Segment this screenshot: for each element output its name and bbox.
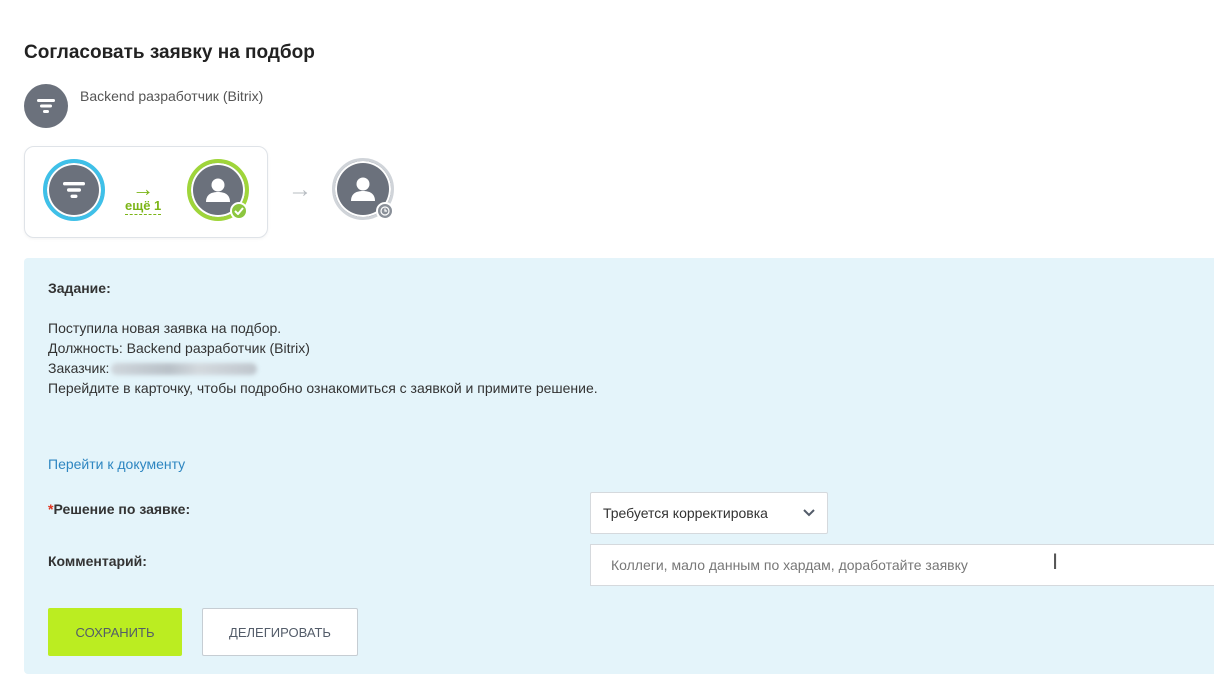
- workflow-pending-step[interactable]: [332, 158, 394, 220]
- workflow-history: → ещё 1: [24, 146, 268, 238]
- task-customer-line: Заказчик:: [48, 358, 598, 378]
- workflow-completed-step[interactable]: [187, 159, 249, 221]
- task-line: Должность: Backend разработчик (Bitrix): [48, 340, 310, 356]
- clock-icon: [376, 202, 394, 220]
- arrow-right-icon: →: [132, 176, 155, 201]
- user-icon: [351, 177, 375, 201]
- arrow-right-icon: →: [288, 176, 312, 203]
- funnel-icon: [63, 182, 85, 198]
- customer-name-redacted: [111, 363, 258, 376]
- more-steps-label: ещё 1: [125, 198, 162, 215]
- task-description: Поступила новая заявка на подбор. Должно…: [48, 318, 598, 398]
- comment-label: Комментарий:: [48, 553, 147, 569]
- customer-label: Заказчик:: [48, 360, 110, 376]
- page-title: Согласовать заявку на подбор: [24, 42, 315, 63]
- go-to-document-link[interactable]: Перейти к документу: [48, 456, 185, 472]
- task-label: Задание:: [48, 280, 111, 296]
- decision-value: Требуется корректировка: [603, 505, 768, 521]
- task-panel: Задание: Поступила новая заявка на подбо…: [24, 258, 1214, 674]
- user-icon: [206, 178, 230, 202]
- comment-field[interactable]: [590, 544, 1214, 586]
- document-info: Backend разработчик (Bitrix): [24, 84, 263, 128]
- document-name: Backend разработчик (Bitrix): [80, 88, 264, 104]
- task-line: Перейдите в карточку, чтобы подробно озн…: [48, 380, 598, 396]
- text-cursor-icon: I: [1052, 549, 1059, 574]
- decision-label: *Решение по заявке:: [48, 501, 191, 517]
- workflow-start-step[interactable]: [43, 159, 105, 221]
- decision-select[interactable]: Требуется корректировка: [590, 492, 828, 534]
- save-button[interactable]: СОХРАНИТЬ: [48, 608, 182, 656]
- task-line: Поступила новая заявка на подбор.: [48, 320, 282, 336]
- delegate-button[interactable]: ДЕЛЕГИРОВАТЬ: [202, 608, 358, 656]
- funnel-icon: [24, 84, 68, 128]
- chevron-down-icon: [803, 509, 815, 517]
- more-steps-link[interactable]: → ещё 1: [125, 176, 162, 215]
- check-icon: [230, 202, 248, 220]
